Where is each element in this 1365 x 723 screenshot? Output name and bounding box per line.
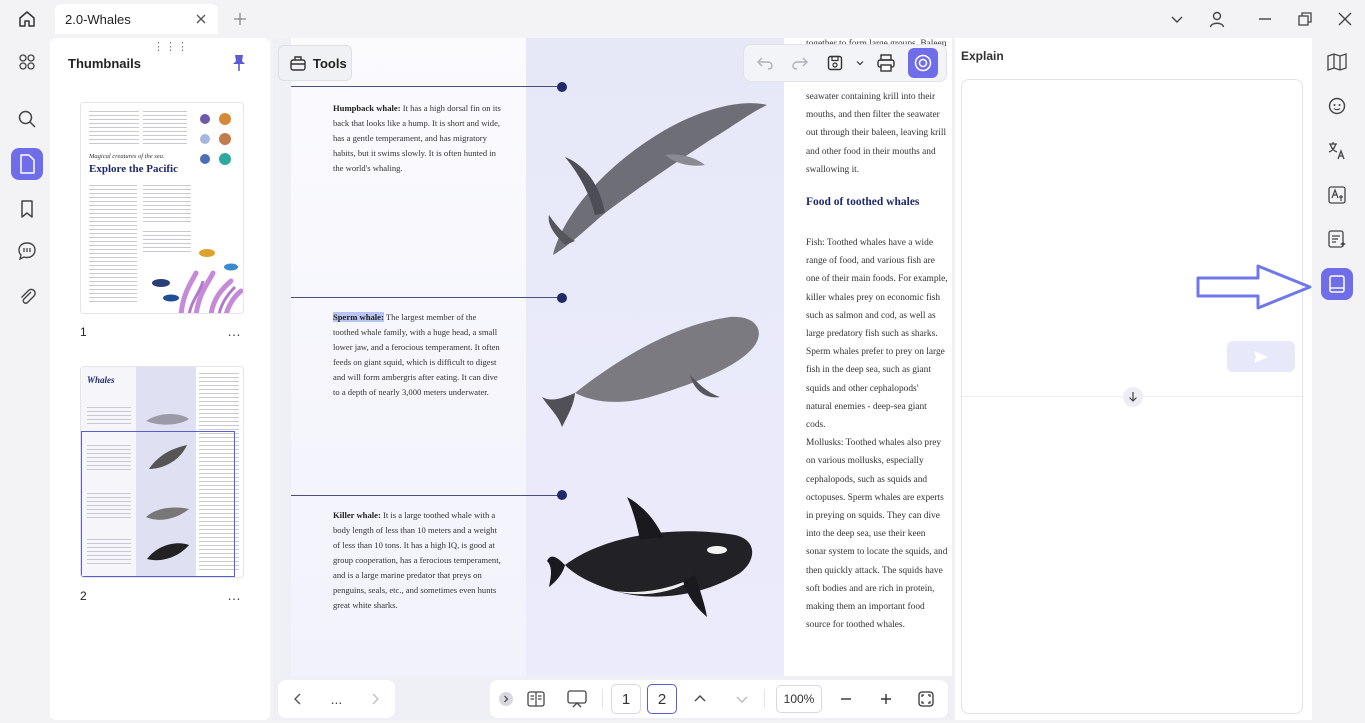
thumbnail-page-1[interactable]: Magical creatures of the sea. Explore th…: [80, 102, 244, 314]
home-icon[interactable]: [10, 6, 44, 32]
translate-icon[interactable]: [1321, 135, 1353, 167]
whale-description: The largest member of the toothed whale …: [333, 312, 500, 397]
thumb-coral-illustration: [141, 243, 243, 313]
fit-to-screen-icon[interactable]: [915, 686, 937, 712]
thumb-text-block: [89, 111, 139, 147]
document-toolbar: [743, 44, 947, 82]
connector-dot: [557, 82, 567, 92]
page-navigation: ...: [278, 680, 395, 718]
sperm-whale-paragraph[interactable]: Sperm whale: The largest member of the t…: [333, 310, 503, 400]
view-toolbar: 1 2 100%: [490, 680, 948, 718]
thumbnail-page-2[interactable]: Whales: [80, 366, 244, 578]
previous-icon[interactable]: [292, 692, 304, 706]
summarize-icon[interactable]: [1321, 223, 1353, 255]
zoom-out-icon[interactable]: [836, 686, 856, 712]
tab-title: 2.0-Whales: [65, 11, 131, 27]
page-1-button[interactable]: 1: [611, 684, 641, 714]
save-icon[interactable]: [825, 49, 846, 77]
reading-map-icon[interactable]: [1321, 46, 1353, 78]
whale-name-highlighted: Sperm whale:: [333, 312, 384, 322]
humpback-whale-image: [545, 95, 770, 260]
connector-line: [291, 86, 559, 87]
explain-title: Explain: [961, 49, 1004, 63]
apps-icon[interactable]: [11, 46, 43, 78]
thumbnail-menu-icon[interactable]: …: [227, 587, 242, 603]
page-2-button-current[interactable]: 2: [647, 684, 677, 714]
scroll-down-icon[interactable]: [732, 686, 752, 712]
save-options-chevron-icon[interactable]: [854, 49, 865, 77]
undo-icon[interactable]: [752, 49, 779, 77]
minimize-icon[interactable]: [1255, 9, 1275, 29]
toolbar-divider: [764, 689, 765, 709]
right-column-body-text: Fish: Toothed whales have a wide range o…: [806, 238, 948, 631]
send-button[interactable]: [1227, 341, 1295, 372]
pointer-arrow: [1196, 264, 1312, 310]
more-pages-button[interactable]: ...: [331, 691, 343, 707]
whale-name: Humpback whale:: [333, 103, 401, 113]
scroll-up-icon[interactable]: [690, 686, 710, 712]
send-icon: [1253, 350, 1269, 364]
close-tab-icon[interactable]: [194, 12, 208, 26]
comment-icon[interactable]: [11, 235, 43, 267]
connector-line: [291, 495, 559, 496]
thumb-italic-heading: Magical creatures of the sea.: [89, 153, 165, 160]
ai-chat-face-icon[interactable]: [1321, 90, 1353, 122]
section-heading: Food of toothed whales: [806, 196, 920, 208]
account-icon[interactable]: [1207, 9, 1227, 29]
collapse-toolbar-icon[interactable]: [498, 686, 514, 712]
whale-name: Killer whale:: [333, 510, 381, 520]
thumb-text-block: [143, 111, 187, 147]
zoom-in-icon[interactable]: [876, 686, 896, 712]
redo-icon[interactable]: [787, 49, 814, 77]
thumbnail-menu-icon[interactable]: …: [227, 323, 242, 339]
thumbnail-page-number: 1: [80, 325, 87, 339]
sperm-whale-image: [540, 305, 765, 435]
restore-icon[interactable]: [1295, 9, 1315, 29]
close-window-icon[interactable]: [1335, 9, 1355, 29]
presentation-icon[interactable]: [564, 686, 590, 712]
tools-label: Tools: [313, 55, 347, 71]
thumb-viewport-indicator: [81, 431, 235, 577]
thumb-shells-illustration: [195, 111, 239, 167]
right-column-top-text: seawater containing krill into their mou…: [806, 92, 947, 175]
explain-book-icon[interactable]: [1321, 268, 1353, 300]
thumb-heading: Explore the Pacific: [89, 163, 178, 175]
tools-button[interactable]: Tools: [278, 45, 352, 81]
killer-whale-paragraph[interactable]: Killer whale: It is a large toothed whal…: [333, 508, 503, 613]
thumbnails-title: Thumbnails: [68, 56, 141, 71]
new-tab-icon[interactable]: [231, 10, 249, 28]
thumb-heading: Whales: [87, 375, 115, 385]
toolbar-divider: [602, 689, 603, 709]
whale-description: It has a high dorsal fin on its back tha…: [333, 103, 501, 173]
search-icon[interactable]: [11, 103, 43, 135]
toolbox-icon: [289, 54, 307, 72]
whale-description: It is a large toothed whale with a body …: [333, 510, 501, 610]
two-page-view-icon[interactable]: [524, 686, 548, 712]
thumb-text-block: [87, 407, 131, 427]
pin-icon[interactable]: [231, 54, 247, 72]
attachment-icon[interactable]: [11, 280, 43, 312]
connector-dot: [557, 293, 567, 303]
right-rail: [1313, 38, 1365, 720]
chevron-down-icon[interactable]: [1167, 9, 1187, 29]
killer-whale-image: [545, 495, 760, 620]
translate-document-icon[interactable]: [1321, 179, 1353, 211]
humpback-whale-paragraph[interactable]: Humpback whale: It has a high dorsal fin…: [333, 101, 503, 176]
ai-assistant-icon[interactable]: [907, 48, 938, 78]
connector-line: [291, 297, 559, 298]
thumbnails-panel: ⋮⋮⋮ Thumbnails Magical creatures of the …: [50, 38, 270, 720]
thumb-text-block: [143, 185, 191, 225]
print-icon[interactable]: [873, 49, 900, 77]
thumbnail-page-number: 2: [80, 589, 87, 603]
bookmark-icon[interactable]: [11, 193, 43, 225]
thumb-text-block: [89, 185, 137, 303]
document-tab[interactable]: 2.0-Whales: [55, 4, 218, 34]
zoom-level-field[interactable]: 100%: [776, 685, 822, 713]
next-icon[interactable]: [369, 692, 381, 706]
scroll-to-bottom-icon[interactable]: [1123, 387, 1143, 407]
panel-grip[interactable]: ⋮⋮⋮: [153, 40, 189, 53]
left-rail: [4, 38, 50, 720]
thumbnails-page-icon[interactable]: [11, 148, 43, 180]
